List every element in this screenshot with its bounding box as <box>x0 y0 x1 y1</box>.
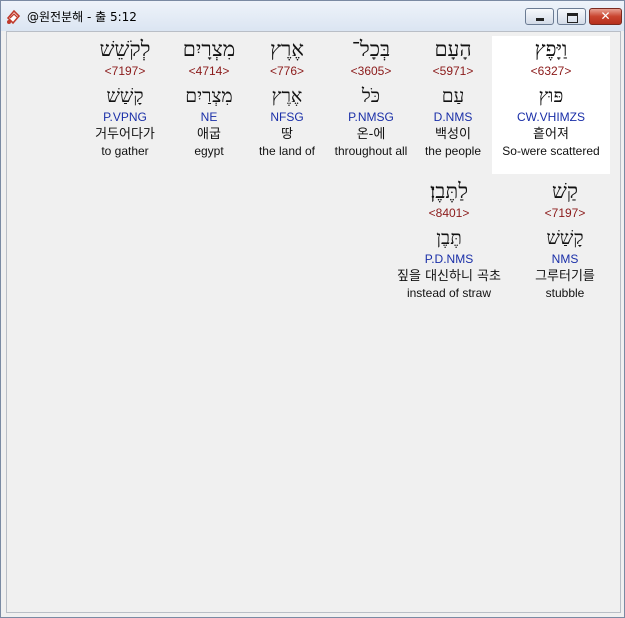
strong-number[interactable]: <5971> <box>412 64 494 80</box>
lemma: עַם <box>441 85 465 107</box>
korean-gloss: 땅 <box>281 127 293 142</box>
app-window: @원전분해 - 출 5:12 ✕ וַיָּפֶץ <6327> פּוּץ C… <box>0 0 625 618</box>
hebrew-word: וַיָּפֶץ <box>534 37 568 61</box>
strong-number[interactable]: <3605> <box>330 64 412 80</box>
app-icon <box>6 9 21 25</box>
english-gloss: the land of <box>258 144 316 158</box>
word-block[interactable]: לַתֶּבֶן׃ <8401> תֶּבֶן P.D.NMS 짚을 대신하니 … <box>384 178 514 300</box>
strong-number[interactable]: <8401> <box>384 206 514 222</box>
korean-gloss: 거두어다가 <box>95 127 155 142</box>
close-icon: ✕ <box>600 9 611 23</box>
hebrew-word: אֶרֶץ <box>270 37 304 61</box>
word-block[interactable]: אֶרֶץ <776> אֶרֶץ NFSG 땅 the land of <box>246 36 328 158</box>
lemma: מִצְרַיִם <box>185 85 233 107</box>
lemma: קָשַׁשׁ <box>106 85 144 107</box>
strong-number[interactable]: <7197> <box>524 206 606 222</box>
english-gloss: instead of straw <box>406 286 492 300</box>
parsing-code: P.NMSG <box>348 110 394 124</box>
word-block[interactable]: בְּכָל־ <3605> כֹּל P.NMSG 온-에 throughou… <box>330 36 412 158</box>
word-block[interactable]: לְקֹשֵׁשׁ <7197> קָשַׁשׁ P.VPNG 거두어다가 to… <box>84 36 166 158</box>
korean-gloss: 온-에 <box>356 127 386 142</box>
lemma: אֶרֶץ <box>271 85 303 107</box>
hebrew-word: הָעָם <box>434 37 472 61</box>
window-title: @원전분해 - 출 5:12 <box>27 10 137 24</box>
word-block[interactable]: הָעָם <5971> עַם D.NMS 백성이 the people <box>412 36 494 158</box>
english-gloss: throughout all <box>334 144 408 158</box>
korean-gloss: 그루터기를 <box>535 269 595 284</box>
strong-number[interactable]: <6327> <box>492 64 610 80</box>
hebrew-word: בְּכָל־ <box>351 37 391 61</box>
parsing-code: NE <box>200 110 218 124</box>
hebrew-word: לַתֶּבֶן׃ <box>429 179 469 203</box>
hebrew-word: מִצְרָיִם <box>182 37 236 61</box>
title-bar[interactable]: @원전분해 - 출 5:12 ✕ <box>1 1 624 31</box>
parsing-code: CW.VHIMZS <box>517 110 585 124</box>
english-gloss: egypt <box>194 144 224 158</box>
strong-number[interactable]: <7197> <box>84 64 166 80</box>
lemma: פּוּץ <box>538 85 564 107</box>
word-block[interactable]: קַשׁ <7197> קָשַׁשׁ NMS 그루터기를 stubble <box>524 178 606 300</box>
korean-gloss: 짚을 대신하니 곡초 <box>397 269 501 284</box>
parsing-code: P.D.NMS <box>424 252 474 266</box>
korean-gloss: 애굽 <box>197 127 221 142</box>
word-block[interactable]: מִצְרָיִם <4714> מִצְרַיִם NE 애굽 egypt <box>168 36 250 158</box>
maximize-button[interactable] <box>557 8 586 25</box>
hebrew-word: לְקֹשֵׁשׁ <box>99 37 151 61</box>
lemma: קָשַׁשׁ <box>546 227 584 249</box>
word-block[interactable]: וַיָּפֶץ <6327> פּוּץ CW.VHIMZS 흩어져 So-w… <box>492 36 610 174</box>
parsing-code: D.NMS <box>433 110 473 124</box>
english-gloss: to gather <box>101 144 149 158</box>
close-button[interactable]: ✕ <box>589 8 622 25</box>
parsing-code: NMS <box>551 252 579 266</box>
lemma: תֶּבֶן <box>436 227 462 249</box>
korean-gloss: 백성이 <box>435 127 471 142</box>
hebrew-word: קַשׁ <box>551 179 579 203</box>
lemma: כֹּל <box>361 85 381 107</box>
parsing-code: NFSG <box>270 110 304 124</box>
korean-gloss: 흩어져 <box>533 127 569 142</box>
english-gloss: the people <box>424 144 482 158</box>
parsing-code: P.VPNG <box>103 110 147 124</box>
strong-number[interactable]: <776> <box>246 64 328 80</box>
strong-number[interactable]: <4714> <box>168 64 250 80</box>
verse-analysis-panel: וַיָּפֶץ <6327> פּוּץ CW.VHIMZS 흩어져 So-w… <box>6 31 621 613</box>
minimize-button[interactable] <box>525 8 554 25</box>
english-gloss: stubble <box>545 286 585 300</box>
english-gloss: So-were scattered <box>502 144 600 158</box>
